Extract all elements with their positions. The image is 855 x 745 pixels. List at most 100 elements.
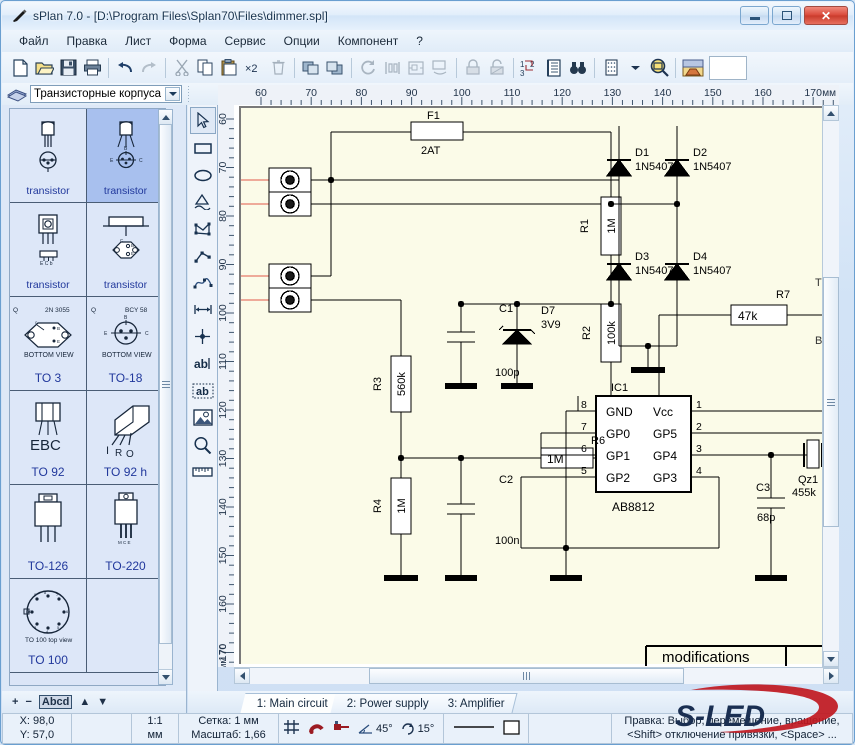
menu-component[interactable]: Компонент <box>329 32 408 50</box>
menu-options[interactable]: Опции <box>275 32 329 50</box>
rectangle-tool[interactable] <box>190 134 216 161</box>
library-item-empty[interactable] <box>87 579 164 673</box>
menu-edit[interactable]: Правка <box>58 32 117 50</box>
library-item[interactable]: I R O TO 92 h <box>87 391 164 485</box>
duplicate-x2-icon[interactable]: ×2 <box>242 56 266 80</box>
rename-abcd-icon[interactable]: Abcd <box>39 695 73 709</box>
line-style-icon[interactable] <box>453 722 495 735</box>
drawing-sheet[interactable]: F1 2AT D1 1N5407 D2 1N5407 D3 1N5407 D4 … <box>239 106 822 664</box>
scroll-right-button[interactable] <box>823 668 839 684</box>
undo-icon[interactable] <box>113 56 137 80</box>
dimension-tool[interactable] <box>190 296 216 323</box>
library-item[interactable]: Q BCY 58 B E C BOTTOM VIEW TO-18 <box>87 297 164 391</box>
spline-tool[interactable] <box>190 269 216 296</box>
library-item-label: transistor <box>26 186 69 197</box>
canvas-vertical-scrollbar[interactable] <box>822 105 839 667</box>
ruler-corner <box>218 85 234 105</box>
library-scroll-thumb[interactable] <box>159 124 172 644</box>
select-arrow-tool[interactable] <box>190 107 216 134</box>
transistor-to126-icon: E C b <box>10 203 86 280</box>
canvas-horizontal-scrollbar[interactable] <box>234 667 839 684</box>
svg-text:110: 110 <box>504 87 521 99</box>
magnet-snap-icon[interactable] <box>308 720 325 738</box>
bring-to-front-icon[interactable] <box>299 56 323 80</box>
picture-tool[interactable] <box>190 404 216 431</box>
minimize-button[interactable] <box>740 6 769 25</box>
library-item-selected[interactable]: B E C transistor <box>87 109 164 203</box>
zoom-icon[interactable] <box>647 56 671 80</box>
library-item[interactable]: E C b transistor <box>10 203 87 297</box>
textbox-tool[interactable]: ab <box>190 377 216 404</box>
library-item[interactable]: EBC TO 92 <box>10 391 87 485</box>
library-item[interactable]: TO-126 <box>10 485 87 579</box>
toolbar-separator <box>513 58 514 78</box>
grid-icon[interactable] <box>599 56 623 80</box>
menu-form[interactable]: Форма <box>160 32 215 50</box>
send-to-back-icon[interactable] <box>323 56 347 80</box>
label-ic1-ref: IC1 <box>611 382 628 394</box>
angle-45-icon[interactable]: 45° <box>358 722 393 735</box>
move-down-icon[interactable]: ▼ <box>97 696 108 708</box>
line-fill-style-box[interactable] <box>444 713 529 744</box>
paste-icon[interactable] <box>218 56 242 80</box>
maximize-button[interactable] <box>772 6 801 25</box>
scroll-down-button[interactable] <box>159 669 172 684</box>
menu-file[interactable]: Файл <box>10 32 58 50</box>
library-scrollbar[interactable] <box>158 109 173 685</box>
fill-style-icon[interactable] <box>503 720 520 738</box>
line-nodes-tool[interactable] <box>190 242 216 269</box>
renumber-123-icon[interactable]: 123 <box>518 56 542 80</box>
library-item[interactable]: transistor <box>10 109 87 203</box>
library-item[interactable]: Q 2N 3055 c B E BOTTOM VIEW TO 3 <box>10 297 87 391</box>
menu-service[interactable]: Сервис <box>216 32 275 50</box>
grid-snap-icon[interactable] <box>283 719 300 738</box>
menu-help[interactable]: ? <box>407 32 432 50</box>
magnifier-tool[interactable] <box>190 431 216 458</box>
chevron-down-icon[interactable] <box>165 87 180 101</box>
point-tool[interactable] <box>190 323 216 350</box>
tab-amplifier[interactable]: 3: Amplifier <box>431 693 517 713</box>
move-up-icon[interactable]: ▲ <box>79 696 90 708</box>
print-icon[interactable] <box>80 56 104 80</box>
scroll-up-button[interactable] <box>159 110 172 125</box>
polyline-tool[interactable] <box>190 215 216 242</box>
remove-minus-icon[interactable]: − <box>25 696 31 708</box>
svg-text:мм 70: мм 70 <box>218 644 229 667</box>
new-file-icon[interactable] <box>8 56 32 80</box>
text-tool[interactable]: ab <box>190 350 216 377</box>
menu-sheet[interactable]: Лист <box>116 32 160 50</box>
toolbar-separator <box>675 58 676 78</box>
polygon-tool[interactable] <box>190 188 216 215</box>
vscroll-thumb[interactable] <box>823 277 839 527</box>
library-item[interactable]: M C E TO-220 <box>87 485 164 579</box>
library-category-combo[interactable]: Транзисторные корпуса <box>30 85 182 103</box>
ruler-tool[interactable] <box>190 458 216 485</box>
scale-ratio-box[interactable]: 1:1 мм <box>132 713 179 744</box>
hscroll-thumb[interactable] <box>369 668 684 684</box>
library-open-icon[interactable] <box>680 56 706 80</box>
add-plus-icon[interactable]: + <box>12 696 18 708</box>
rotate-15-icon[interactable]: 15° <box>401 722 435 735</box>
copy-icon[interactable] <box>194 56 218 80</box>
svg-text:90: 90 <box>406 87 418 99</box>
save-disk-icon[interactable] <box>56 56 80 80</box>
library-item[interactable]: C B E transistor <box>87 203 164 297</box>
grid-zoom-box[interactable]: Сетка: 1 мм Масштаб: 1,66 <box>179 713 279 744</box>
pin-snap-icon[interactable] <box>333 720 350 738</box>
close-button[interactable]: ✕ <box>804 6 848 25</box>
ellipse-tool[interactable] <box>190 161 216 188</box>
status-extra-box <box>529 713 612 744</box>
parts-list-icon[interactable] <box>542 56 566 80</box>
tab-main-circuit[interactable]: 1: Main circuit <box>241 693 341 713</box>
tab-power-supply[interactable]: 2: Power supply <box>330 693 441 713</box>
open-folder-icon[interactable] <box>32 56 56 80</box>
library-item[interactable]: 876 543 1C9 TO 100 top view TO 100 <box>10 579 87 673</box>
schematic-canvas[interactable]: F1 2AT D1 1N5407 D2 1N5407 D3 1N5407 D4 … <box>234 105 839 667</box>
scroll-up-button[interactable] <box>823 105 839 121</box>
menu-bar: Файл Правка Лист Форма Сервис Опции Комп… <box>2 30 853 52</box>
scroll-down-button[interactable] <box>823 651 839 667</box>
toolbar-gripper[interactable] <box>187 85 191 103</box>
scroll-left-button[interactable] <box>234 668 250 684</box>
find-binoculars-icon[interactable] <box>566 56 590 80</box>
chevron-down-icon[interactable] <box>623 56 647 80</box>
